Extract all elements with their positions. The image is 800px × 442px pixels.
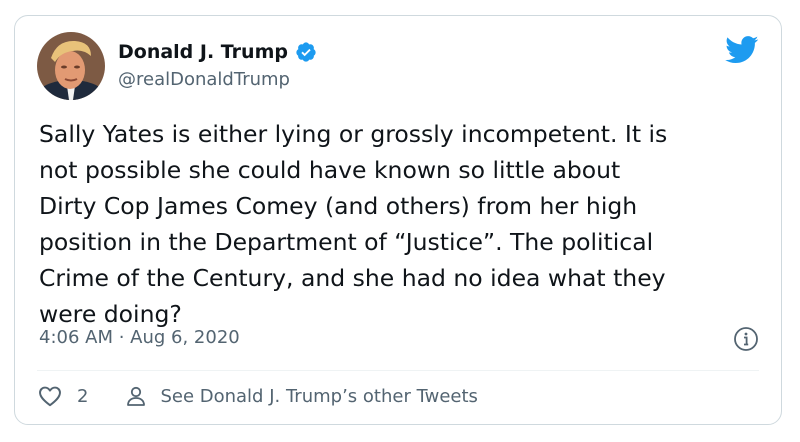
info-icon[interactable]: [733, 326, 759, 352]
see-other-tweets-link[interactable]: See Donald J. Trump’s other Tweets: [160, 386, 477, 407]
person-icon[interactable]: [124, 384, 148, 408]
tweet-timestamp[interactable]: 4:06 AM · Aug 6, 2020: [39, 326, 240, 350]
author-handle[interactable]: @realDonaldTrump: [118, 68, 290, 92]
tweet-text: Sally Yates is either lying or grossly i…: [39, 120, 668, 328]
heart-icon[interactable]: [37, 383, 63, 409]
tweet-card[interactable]: Donald J. Trump @realDonaldTrump Sally Y…: [14, 15, 782, 425]
twitter-bird-icon[interactable]: [725, 36, 759, 64]
avatar-photo: [37, 32, 105, 100]
tweet-actions: 2 See Donald J. Trump’s other Tweets: [37, 382, 478, 410]
verified-badge-icon: [296, 42, 316, 62]
divider: [37, 370, 759, 371]
author-name-row[interactable]: Donald J. Trump: [118, 40, 317, 64]
display-name[interactable]: Donald J. Trump: [118, 40, 288, 64]
avatar[interactable]: [37, 32, 105, 100]
like-count: 2: [77, 385, 89, 407]
